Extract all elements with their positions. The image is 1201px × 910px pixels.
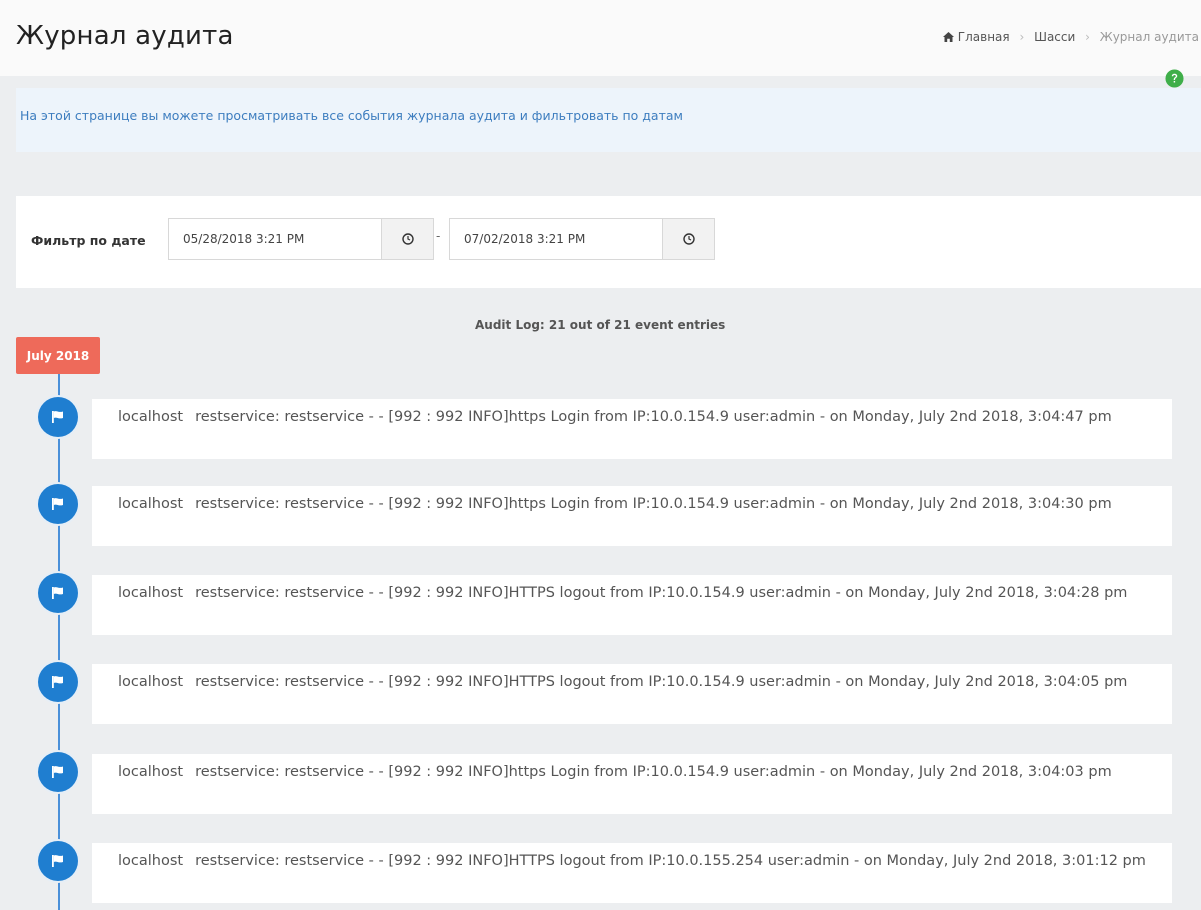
date-range-separator: - [436,229,441,243]
month-badge: July 2018 [16,337,100,374]
breadcrumb-home-label: Главная [957,30,1010,44]
entry-host: localhost [118,853,184,869]
flag-icon [38,841,78,881]
date-filter-label: Фильтр по дате [31,233,146,248]
entry-host: localhost [118,496,184,512]
date-from-input[interactable] [168,218,382,260]
audit-entry-card: localhost restservice: restservice - - [9… [92,399,1172,459]
help-icon[interactable] [1165,69,1184,88]
flag-icon [38,573,78,613]
flag-icon [38,662,78,702]
entry-message: restservice: restservice - - [992 : 992 … [195,409,1112,425]
breadcrumb-separator: › [1019,30,1025,44]
entry-message: restservice: restservice - - [992 : 992 … [195,853,1146,869]
audit-entry-card: localhost restservice: restservice - - [9… [92,486,1172,546]
entry-host: localhost [118,674,184,690]
audit-entry-card: localhost restservice: restservice - - [9… [92,754,1172,814]
entry-host: localhost [118,585,184,601]
entry-host: localhost [118,764,184,780]
entry-message: restservice: restservice - - [992 : 992 … [195,674,1128,690]
breadcrumb-home[interactable]: Главная [942,30,1014,44]
breadcrumb-chassis[interactable]: Шасси [1034,30,1075,44]
date-to-input[interactable] [449,218,663,260]
clock-icon [682,233,695,245]
audit-entry-card: localhost restservice: restservice - - [9… [92,664,1172,724]
entry-message: restservice: restservice - - [992 : 992 … [195,496,1112,512]
flag-icon [38,484,78,524]
clock-icon [401,233,414,245]
home-icon [942,32,954,42]
audit-entry-card: localhost restservice: restservice - - [9… [92,575,1172,635]
date-filter-panel: Фильтр по дате - [16,196,1201,288]
entry-message: restservice: restservice - - [992 : 992 … [195,585,1128,601]
date-to-picker-button[interactable] [663,218,715,260]
date-from-picker-button[interactable] [382,218,434,260]
page-title: Журнал аудита [16,21,234,51]
info-banner: На этой странице вы можете просматривать… [16,88,1201,152]
audit-log-summary: Audit Log: 21 out of 21 event entries [475,318,726,332]
timeline-line [58,370,60,910]
breadcrumb-separator: › [1085,30,1090,44]
flag-icon [38,752,78,792]
page-header: Журнал аудита Главная › Шасси › Журнал а… [0,0,1201,76]
flag-icon [38,397,78,437]
entry-message: restservice: restservice - - [992 : 992 … [195,764,1112,780]
breadcrumb: Главная › Шасси › Журнал аудита [942,30,1199,44]
audit-entry-card: localhost restservice: restservice - - [9… [92,843,1172,903]
info-text: На этой странице вы можете просматривать… [20,108,683,123]
breadcrumb-current: Журнал аудита [1099,30,1199,44]
entry-host: localhost [118,409,184,425]
